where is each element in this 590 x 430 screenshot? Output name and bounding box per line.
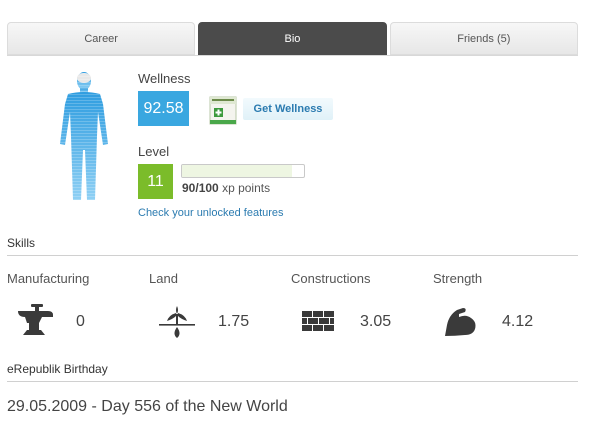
bricks-icon xyxy=(302,311,334,331)
tabs-divider xyxy=(7,55,578,56)
anvil-icon xyxy=(18,304,53,335)
citizen-avatar xyxy=(56,70,112,206)
wellness-label: Wellness xyxy=(138,71,191,86)
skill-manufacturing-label: Manufacturing xyxy=(7,271,90,286)
xp-progress-bar xyxy=(181,164,305,178)
level-value: 11 xyxy=(138,164,173,199)
profile-tabs: Career Bio Friends (5) xyxy=(7,22,578,55)
tab-bio[interactable]: Bio xyxy=(198,22,387,55)
skill-strength-value: 4.12 xyxy=(502,313,534,330)
skill-constructions-value: 3.05 xyxy=(360,313,392,330)
wellness-pack-icon[interactable] xyxy=(208,95,238,126)
birthday-text: 29.05.2009 - Day 556 of the New World xyxy=(7,398,288,415)
unlocked-features-link[interactable]: Check your unlocked features xyxy=(138,207,284,219)
xp-max: 100 xyxy=(198,181,219,195)
tab-career[interactable]: Career xyxy=(7,22,196,55)
xp-points-text: 90/100 xp points xyxy=(182,181,270,195)
skill-manufacturing-value: 0 xyxy=(76,313,85,330)
skill-constructions-label: Constructions xyxy=(291,271,371,286)
sprout-icon xyxy=(159,306,195,338)
biceps-icon xyxy=(445,308,476,336)
birthday-heading: eRepublik Birthday xyxy=(7,362,578,382)
skill-strength-label: Strength xyxy=(433,271,483,286)
get-wellness-button[interactable]: Get Wellness xyxy=(243,98,333,120)
level-label: Level xyxy=(138,144,170,159)
skill-land-value: 1.75 xyxy=(218,313,250,330)
wellness-value: 92.58 xyxy=(138,91,189,126)
skills-heading: Skills xyxy=(7,236,578,256)
skill-land-label: Land xyxy=(149,271,178,286)
xp-unit: xp points xyxy=(218,181,271,195)
tab-friends[interactable]: Friends (5) xyxy=(389,22,578,55)
xp-progress-fill xyxy=(182,165,292,177)
xp-current: 90 xyxy=(182,181,196,195)
